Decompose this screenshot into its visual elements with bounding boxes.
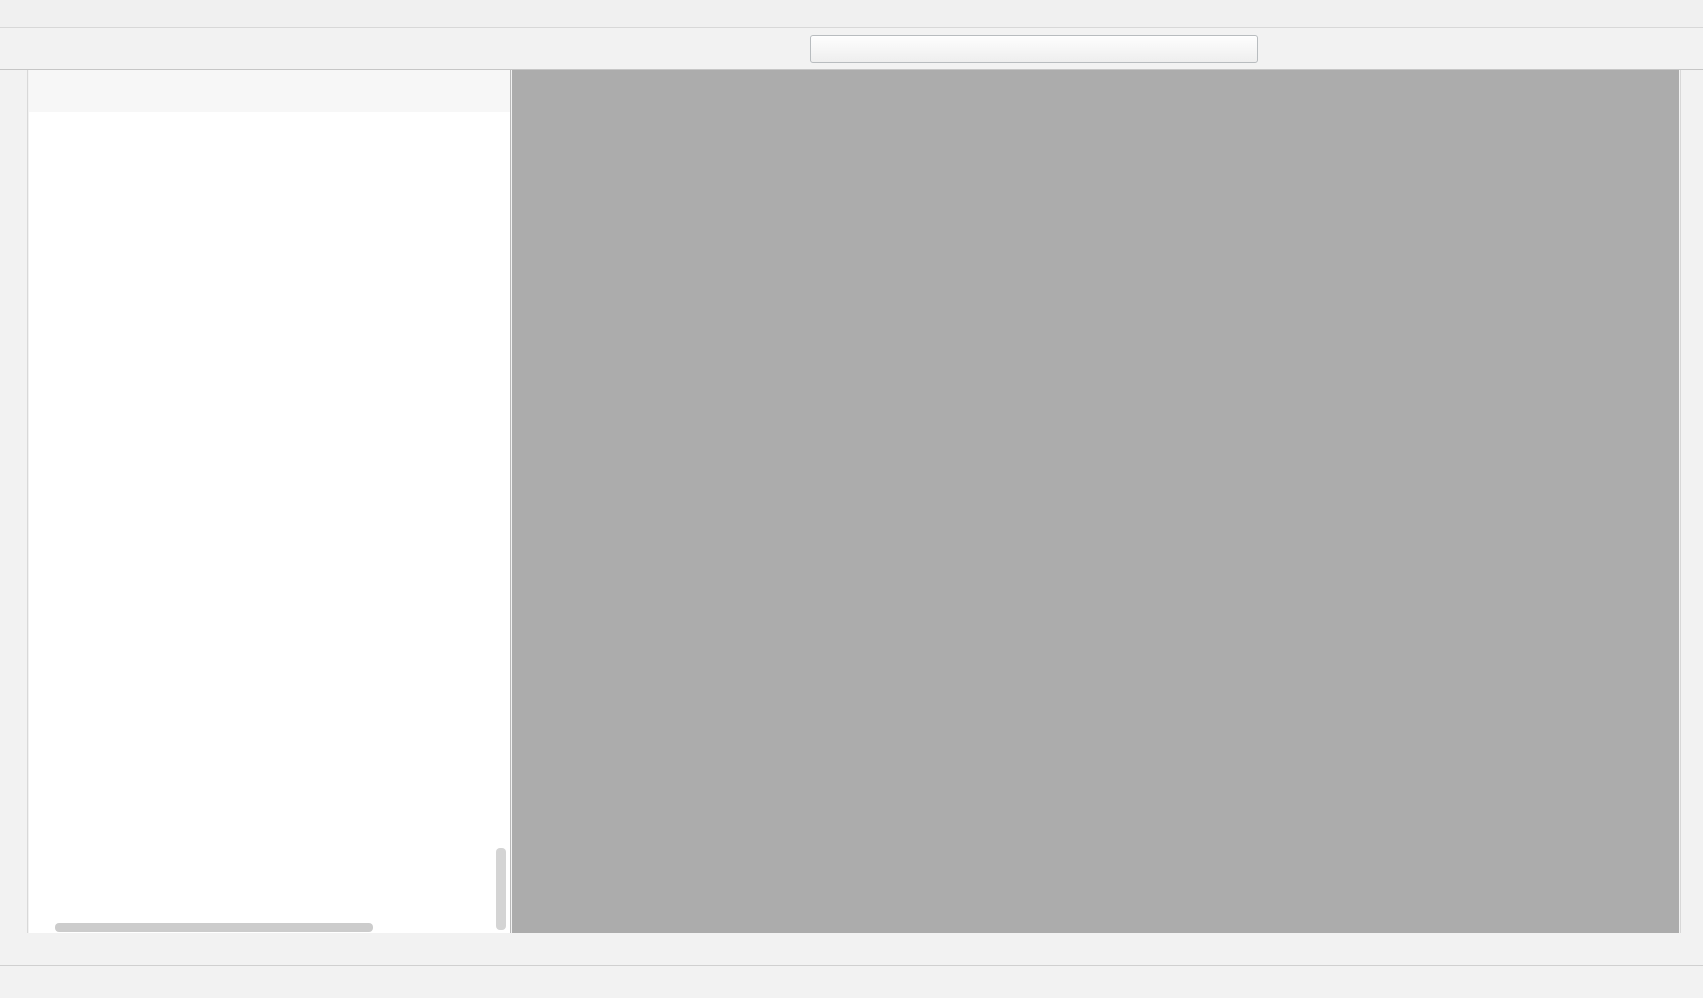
project-tree: [29, 114, 510, 933]
title-bar: [0, 0, 1703, 28]
dropdown-chevron-icon: [1236, 43, 1249, 56]
minimize-button[interactable]: [1385, 5, 1402, 22]
junit-run-config-icon: [819, 41, 835, 57]
project-tool-window: [29, 70, 511, 933]
project-panel-header: [29, 70, 510, 112]
window-controls: [1385, 5, 1560, 22]
maximize-icon: [1464, 5, 1481, 22]
build-hammer-icon[interactable]: [772, 38, 794, 60]
intellij-logo-icon: [7, 5, 25, 23]
toolwindow-toggle-icon[interactable]: [9, 975, 24, 990]
close-button[interactable]: [1543, 5, 1560, 22]
event-log-button[interactable]: [1508, 942, 1531, 958]
tool-window-stripe-left: [0, 70, 28, 933]
maximize-button[interactable]: [1464, 5, 1481, 22]
horizontal-scrollbar[interactable]: [55, 923, 373, 932]
tool-window-stripe-right: [1680, 70, 1703, 933]
run-configuration-select[interactable]: [810, 35, 1258, 63]
editor-area: [512, 70, 1679, 933]
vertical-scrollbar[interactable]: [496, 848, 506, 930]
tool-window-bar: [0, 934, 1703, 966]
minimize-icon: [1385, 5, 1402, 22]
status-bar: [0, 967, 1703, 998]
event-log-icon: [1508, 942, 1524, 958]
caret-down-icon[interactable]: [73, 86, 84, 97]
tool-window-icon: [41, 83, 57, 99]
navigation-bar: [0, 29, 1703, 70]
close-icon: [1543, 5, 1560, 22]
